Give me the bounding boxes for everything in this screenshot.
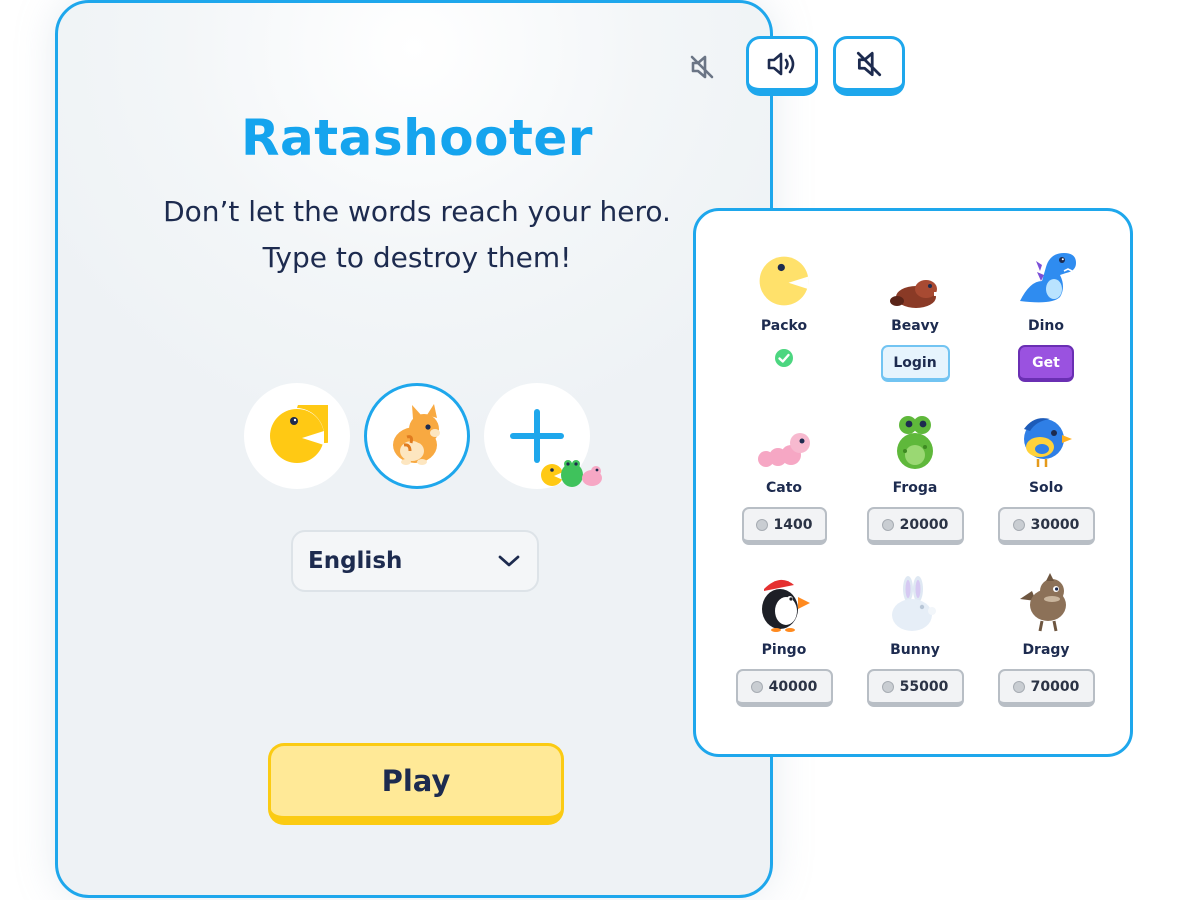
speaker-muted-icon [856,51,882,76]
beaver-icon [890,280,938,308]
bird-icon [1024,418,1072,467]
price-button[interactable]: 40000 [735,669,833,707]
character-name: Bunny [890,642,940,658]
get-button[interactable]: Get [1018,345,1074,382]
owned-badge [719,348,849,368]
price-button[interactable]: 30000 [997,507,1095,545]
caterpillar-icon [758,433,810,467]
character-card-dino[interactable]: Dino Get [981,239,1111,382]
character-name: Solo [1028,480,1064,496]
coin-icon [881,680,894,693]
price-button[interactable]: 70000 [997,669,1095,707]
price-value: 30000 [1030,516,1080,533]
check-circle-icon [775,349,793,367]
coin-icon [881,518,894,531]
character-card-beavy[interactable]: Beavy Login [850,239,980,382]
bunny-icon [892,576,936,631]
speaker-muted-icon [690,55,714,79]
character-name: Dragy [1022,642,1070,658]
price-button[interactable]: 1400 [741,507,827,545]
packo-icon [270,405,328,463]
price-value: 70000 [1030,678,1080,695]
price-value: 1400 [773,516,813,533]
orange-cat-icon [393,404,440,465]
character-card-solo[interactable]: Solo 30000 [981,401,1111,545]
character-card-dragy[interactable]: Dragy 70000 [981,563,1111,707]
character-shop-panel: Packo Beavy Login Dino Get Cato 1400 Fro… [693,208,1133,757]
frog-icon [897,416,933,469]
price-button[interactable]: 55000 [866,669,964,707]
character-card-pingo[interactable]: Pingo 40000 [719,563,849,707]
penguin-icon [762,579,810,632]
subtitle-line-1: Don’t let the words reach your hero. [163,195,671,228]
character-card-bunny[interactable]: Bunny 55000 [850,563,980,707]
mute-toggle[interactable] [686,51,718,83]
sound-off-button[interactable] [833,36,905,96]
play-label: Play [381,764,451,798]
main-menu-card: Ratashooter Don’t let the words reach yo… [55,0,773,898]
character-card-froga[interactable]: Froga 20000 [850,401,980,545]
hero-option-packo[interactable] [244,383,350,489]
dino-icon [1020,253,1076,303]
mini-characters-icon [541,460,602,487]
character-name: Cato [765,480,803,496]
language-value: English [308,548,403,574]
price-button[interactable]: 20000 [866,507,964,545]
login-button[interactable]: Login [880,345,950,382]
price-value: 55000 [899,678,949,695]
coin-icon [755,518,768,531]
play-button[interactable]: Play [268,743,564,825]
chevron-down-icon [498,555,520,567]
character-name: Beavy [891,318,939,334]
language-select[interactable]: English [291,530,539,592]
character-card-cato[interactable]: Cato 1400 [719,401,849,545]
dragon-icon [1020,573,1066,632]
speaker-on-icon [767,52,795,75]
coin-icon [750,680,763,693]
character-name: Packo [760,318,808,334]
character-card-packo[interactable]: Packo [719,239,849,368]
game-title: Ratashooter [241,109,593,167]
coin-icon [1012,518,1025,531]
price-value: 40000 [768,678,818,695]
price-value: 20000 [899,516,949,533]
hero-option-cat[interactable] [364,383,470,489]
character-name: Froga [892,480,938,496]
subtitle-line-2: Type to destroy them! [262,241,572,274]
sound-on-button[interactable] [746,36,818,96]
character-name: Dino [1027,318,1064,334]
packo-icon [759,256,809,306]
coin-icon [1012,680,1025,693]
character-name: Pingo [761,642,807,658]
game-subtitle: Don’t let the words reach your hero. Typ… [58,189,770,281]
